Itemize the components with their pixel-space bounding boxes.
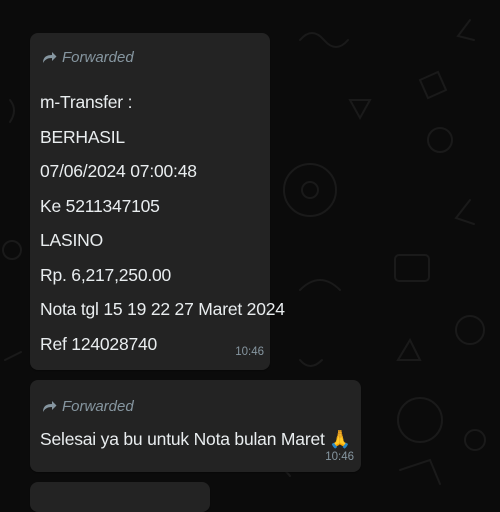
message-bubble-reply[interactable]: Forwarded Selesai ya bu untuk Nota bulan… (30, 380, 361, 472)
message-bubble-partial[interactable] (30, 482, 210, 512)
forward-arrow-icon (43, 52, 57, 63)
forwarded-label: Forwarded (62, 48, 134, 66)
forwarded-indicator: Forwarded (40, 48, 134, 66)
message-line: Rp. 6,217,250.00 (40, 264, 172, 285)
message-timestamp: 10:46 (235, 346, 264, 358)
message-line: BERHASIL (40, 126, 125, 147)
message-timestamp: 10:46 (325, 451, 354, 463)
message-bubble-transfer[interactable]: Forwarded m-Transfer : BERHASIL 07/06/20… (30, 33, 285, 370)
message-line: m-Transfer : (40, 92, 133, 112)
message-line: LASINO (40, 230, 103, 250)
message-line: 07/06/2024 07:00:48 (40, 161, 197, 181)
forward-arrow-icon (43, 401, 57, 412)
forwarded-indicator: Forwarded (40, 397, 134, 415)
message-line: Nota tgl 15 19 22 27 Maret 2024 (40, 299, 285, 319)
forwarded-label: Forwarded (62, 397, 134, 415)
message-line: Ke 5211347105 (40, 195, 160, 216)
message-text: m-Transfer : BERHASIL 07/06/2024 07:00:4… (40, 85, 285, 361)
message-text: Selesai ya bu untuk Nota bulan Maret 🙏 (40, 429, 351, 449)
